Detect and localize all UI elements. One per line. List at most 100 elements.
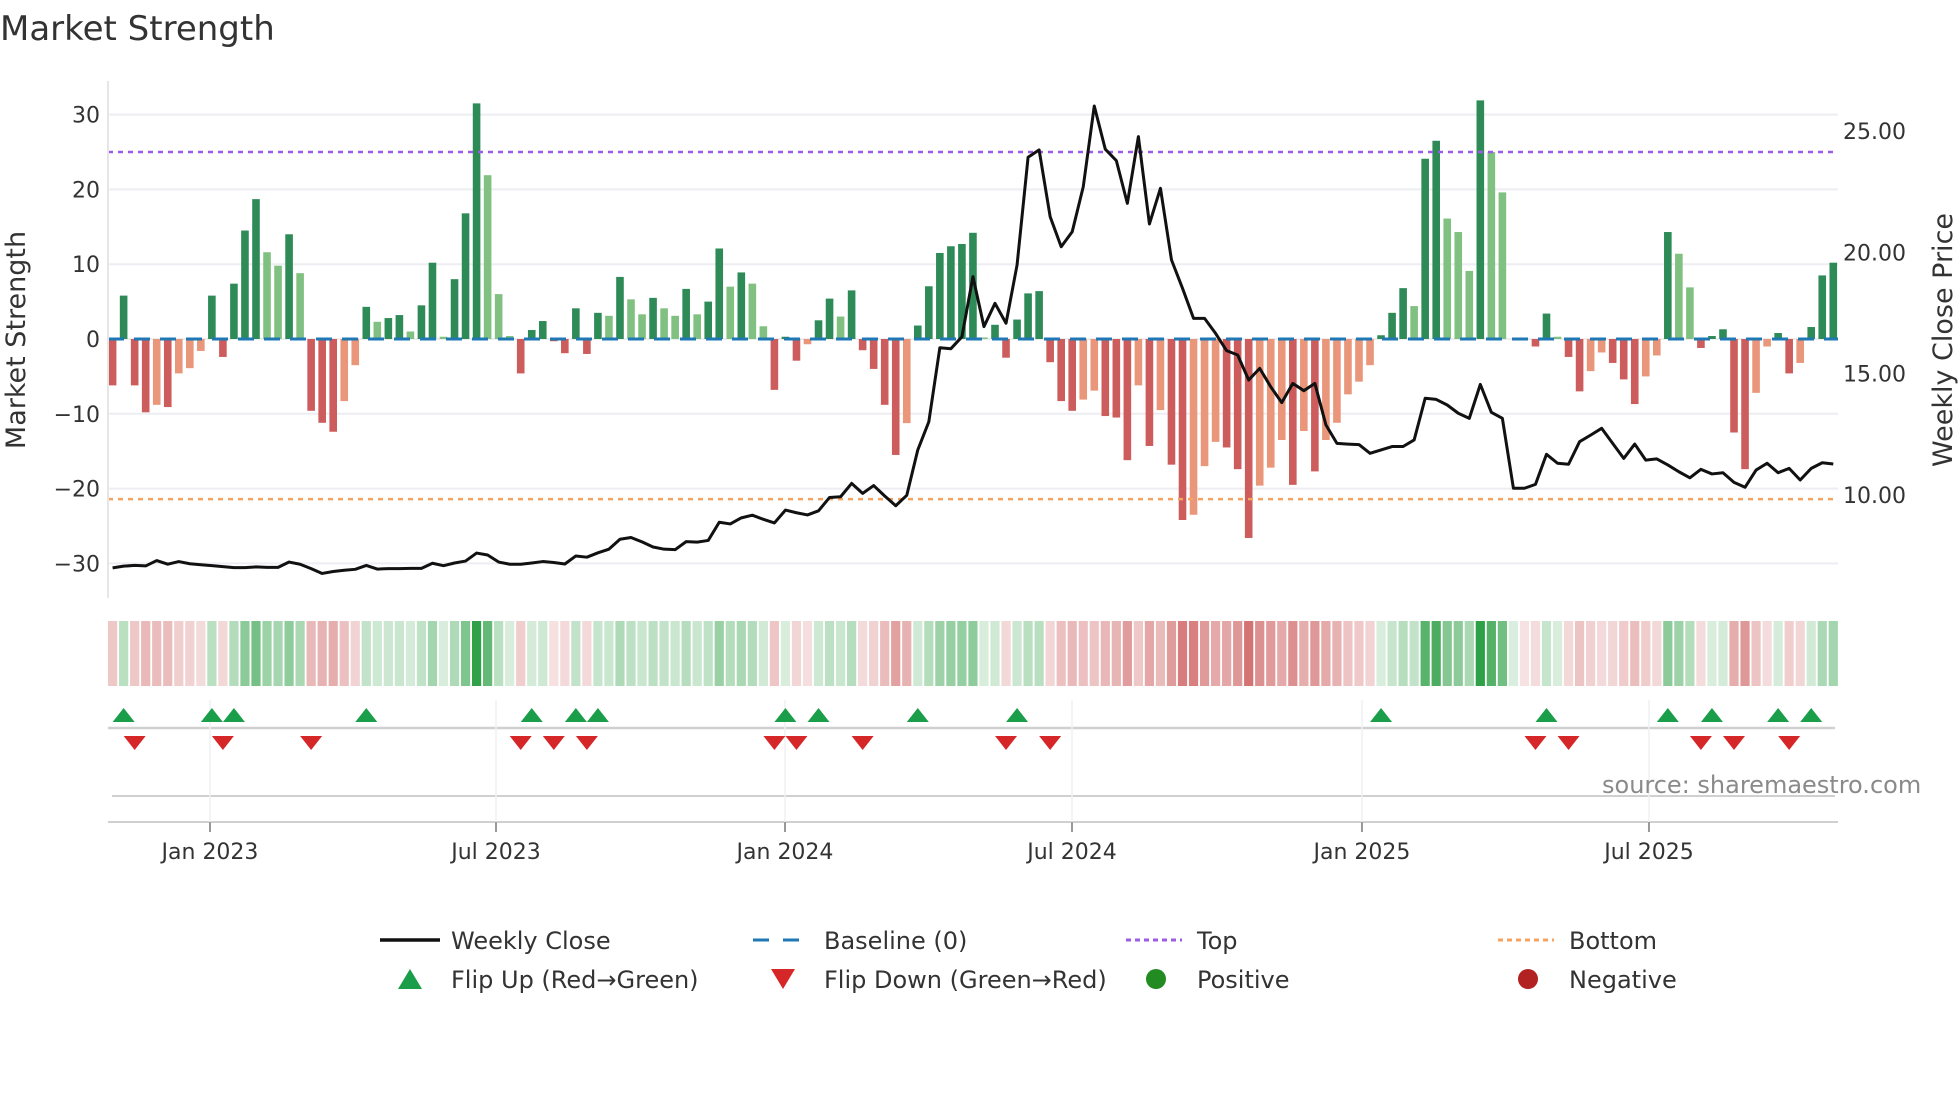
- strip-cell: [1299, 621, 1309, 686]
- strip-cell: [1773, 621, 1783, 686]
- strip-cell: [1674, 621, 1684, 686]
- strip-cell: [1784, 621, 1794, 686]
- strip-cell: [1277, 621, 1287, 686]
- strip-cell: [725, 621, 735, 686]
- strip-cell: [1144, 621, 1155, 686]
- strip-cell: [1751, 621, 1761, 686]
- strip-cell: [1244, 621, 1254, 686]
- strip-cell: [416, 621, 427, 686]
- strip-cell: [449, 621, 460, 686]
- strip-cell: [1199, 621, 1210, 686]
- flip-down-marker: [1723, 736, 1746, 750]
- strip-cell: [626, 621, 636, 686]
- strip-cell: [902, 621, 912, 686]
- strength-bar: [649, 297, 657, 339]
- strip-cell: [1288, 621, 1298, 686]
- strip-cell: [1166, 621, 1177, 686]
- strip-cell: [1453, 621, 1463, 686]
- strength-bar: [1564, 339, 1573, 357]
- strength-bar: [1686, 287, 1694, 339]
- strength-bar: [1200, 339, 1209, 467]
- strip-cell: [1222, 621, 1232, 686]
- strength-bar: [340, 339, 349, 402]
- strip-cell: [119, 621, 129, 686]
- strip-cell: [1067, 621, 1077, 686]
- strip-cell: [141, 621, 151, 686]
- strength-bar: [1277, 339, 1286, 440]
- strength-bar: [1366, 339, 1374, 366]
- strip-cell: [438, 621, 449, 686]
- strength-bar: [1675, 253, 1683, 339]
- strip-cell: [604, 621, 614, 686]
- legend-label-weekly-close: Weekly Close: [451, 927, 611, 955]
- strength-bar: [936, 252, 944, 339]
- strip-cell: [946, 621, 956, 686]
- flip-up-marker: [807, 708, 830, 722]
- strength-bar: [318, 339, 326, 423]
- strip-cell: [1608, 621, 1618, 686]
- strength-bar: [1796, 339, 1804, 363]
- strength-bar: [1443, 218, 1452, 339]
- legend-negative-icon: [1518, 969, 1538, 989]
- strength-bar: [1575, 339, 1584, 392]
- strip-cell: [361, 621, 371, 686]
- strip-cell: [471, 621, 482, 686]
- strip-cell: [1630, 621, 1640, 686]
- strip-cell: [317, 621, 327, 686]
- flip-down-marker: [1039, 736, 1062, 750]
- strength-bar: [1046, 339, 1054, 363]
- strip-cell: [1001, 621, 1011, 686]
- strip-cell: [802, 621, 813, 686]
- strip-cell: [1685, 621, 1695, 686]
- strength-bar: [1289, 339, 1297, 485]
- strength-bar: [108, 339, 117, 386]
- strength-bar: [1145, 339, 1154, 446]
- strip-cell: [1696, 621, 1706, 686]
- flip-up-marker: [222, 708, 245, 722]
- strength-bar: [516, 339, 525, 374]
- strength-bar: [1013, 319, 1021, 339]
- strip-cell: [747, 621, 757, 686]
- flip-up-marker: [1535, 708, 1558, 722]
- strength-bar: [1101, 339, 1110, 417]
- strip-cell: [1806, 621, 1816, 686]
- strength-bar: [693, 314, 701, 339]
- strip-cell: [1663, 621, 1673, 686]
- strip-cell: [108, 621, 118, 686]
- strength-bar: [1608, 339, 1617, 363]
- strip-cell: [483, 621, 493, 686]
- strength-bar: [869, 339, 878, 369]
- strength-bar: [1818, 275, 1827, 339]
- strength-bar: [219, 339, 227, 357]
- strip-cell: [383, 621, 393, 686]
- strength-bar: [1002, 339, 1010, 358]
- strength-bar: [186, 339, 194, 369]
- strength-bar: [1641, 339, 1650, 377]
- legend-label-top: Top: [1196, 927, 1238, 955]
- flip-up-marker: [355, 708, 378, 722]
- strip-cell: [1740, 621, 1750, 686]
- strength-bar: [616, 276, 624, 339]
- strength-bar: [880, 339, 889, 405]
- strip-cell: [615, 621, 625, 686]
- strength-bar: [450, 279, 459, 339]
- legend-label-negative: Negative: [1569, 966, 1677, 994]
- strength-bar: [1311, 339, 1319, 472]
- flip-down-marker: [851, 736, 874, 750]
- strip-cell: [1266, 621, 1276, 686]
- strength-bar: [1597, 339, 1606, 353]
- strength-bar: [130, 339, 139, 386]
- flip-up-marker: [200, 708, 223, 722]
- strength-bar: [538, 321, 547, 339]
- strength-bars: [108, 100, 1838, 538]
- strip-cell: [1795, 621, 1805, 686]
- strip-cell: [847, 621, 857, 686]
- strip-cell: [427, 621, 438, 686]
- strength-bar: [891, 339, 900, 455]
- strip-cell: [350, 621, 360, 686]
- strip-cell: [714, 621, 724, 686]
- strip-cell: [1497, 621, 1507, 686]
- strength-bar: [947, 246, 955, 339]
- strength-bar: [1476, 100, 1485, 339]
- strength-bar: [1542, 313, 1551, 339]
